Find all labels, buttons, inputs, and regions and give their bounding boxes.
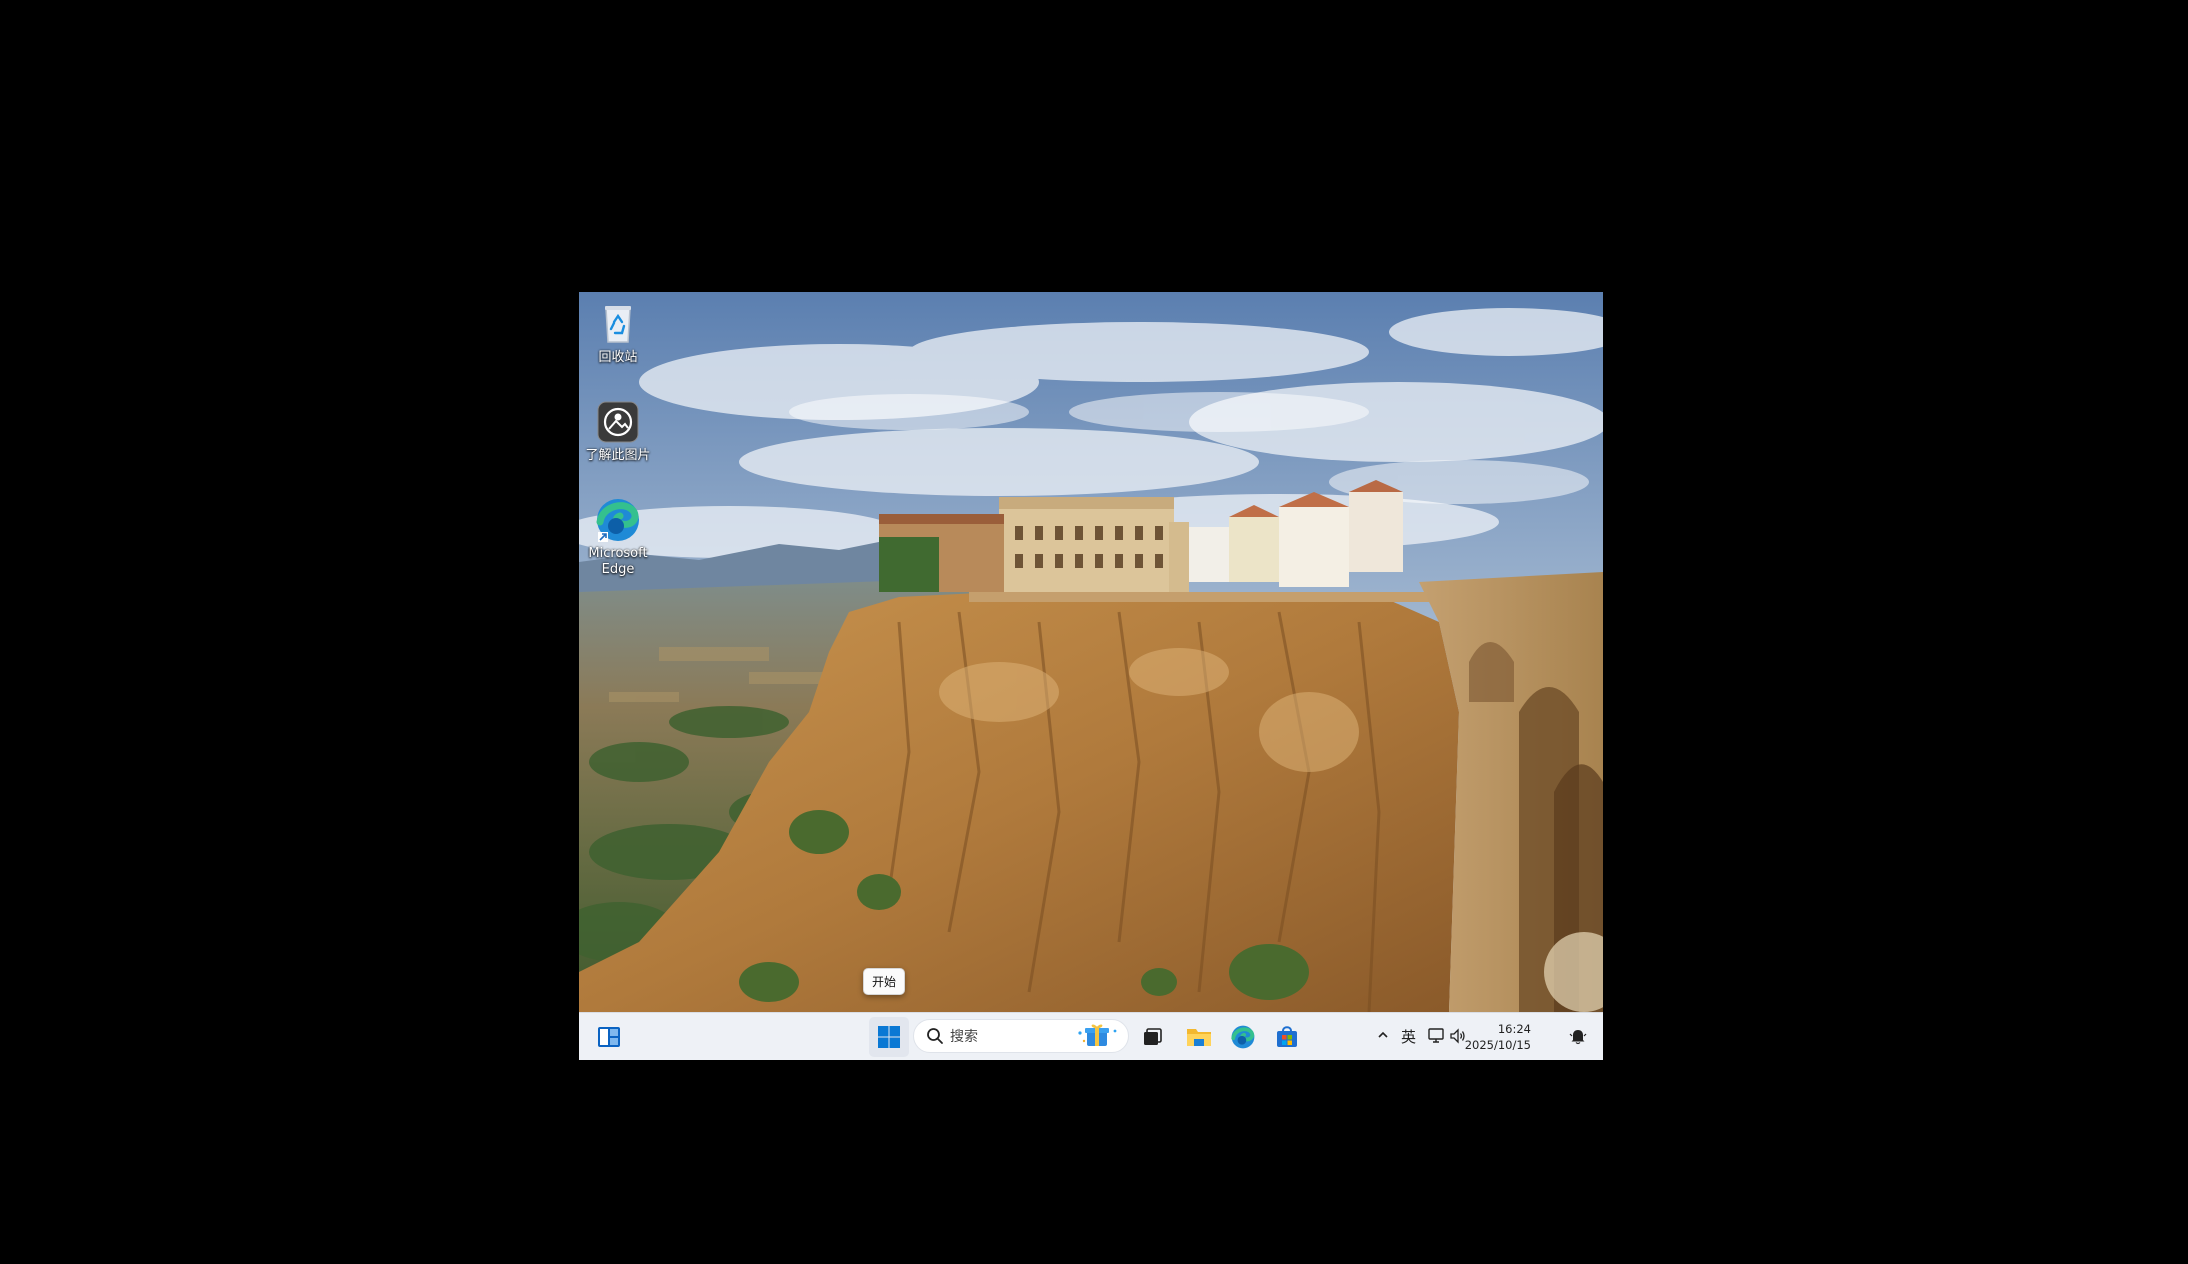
start-tooltip: 开始 xyxy=(863,968,906,995)
learn-about-picture-shortcut[interactable]: 了解此图片 xyxy=(585,398,651,464)
file-explorer-button[interactable] xyxy=(1179,1017,1219,1057)
desktop-wallpaper xyxy=(579,292,1603,1012)
edge-label: Microsoft Edge xyxy=(588,546,648,577)
widgets-icon xyxy=(598,1027,620,1047)
taskbar: 搜索 英 16:24 2025/10/15 xyxy=(579,1012,1603,1060)
learn-about-picture-icon xyxy=(597,401,639,443)
learn-about-picture-label: 了解此图片 xyxy=(585,448,651,463)
recycle-bin-label: 回收站 xyxy=(598,350,638,365)
network-button[interactable] xyxy=(1427,1027,1445,1049)
search-icon xyxy=(927,1028,943,1044)
widgets-button[interactable] xyxy=(589,1017,629,1057)
task-view-button[interactable] xyxy=(1132,1017,1172,1057)
notification-bell-icon xyxy=(1569,1030,1587,1045)
edge-icon xyxy=(596,499,639,542)
input-method-indicator[interactable]: 英 xyxy=(1401,1026,1416,1047)
taskbar-clock[interactable]: 16:24 2025/10/15 xyxy=(1455,1021,1531,1053)
clock-date: 2025/10/15 xyxy=(1464,1038,1531,1052)
microsoft-store-button[interactable] xyxy=(1267,1017,1307,1057)
clock-time: 16:24 xyxy=(1497,1022,1531,1036)
search-placeholder: 搜索 xyxy=(950,1029,978,1045)
edge-taskbar-button[interactable] xyxy=(1223,1017,1263,1057)
folder-icon xyxy=(1187,1029,1211,1046)
start-button[interactable] xyxy=(869,1017,909,1057)
notification-button[interactable] xyxy=(1569,1027,1587,1049)
task-view-icon xyxy=(1144,1028,1162,1045)
network-icon xyxy=(1428,1028,1444,1043)
edge-icon xyxy=(1231,1025,1255,1049)
store-icon xyxy=(1277,1026,1297,1047)
chevron-up-icon xyxy=(1378,1031,1388,1038)
windows-logo-icon xyxy=(878,1026,900,1048)
recycle-bin-shortcut[interactable]: 回收站 xyxy=(585,300,651,366)
edge-shortcut[interactable]: Microsoft Edge xyxy=(585,496,651,578)
search-box[interactable]: 搜索 xyxy=(913,1019,1129,1053)
show-hidden-icons-button[interactable] xyxy=(1376,1028,1390,1046)
recycle-bin-icon xyxy=(605,306,631,343)
search-highlight-gift-icon xyxy=(1078,1024,1117,1046)
desktop-screen: 回收站 了解此图片 Microsoft Edge 开始 搜索 英 16:24 2… xyxy=(579,292,1603,1060)
